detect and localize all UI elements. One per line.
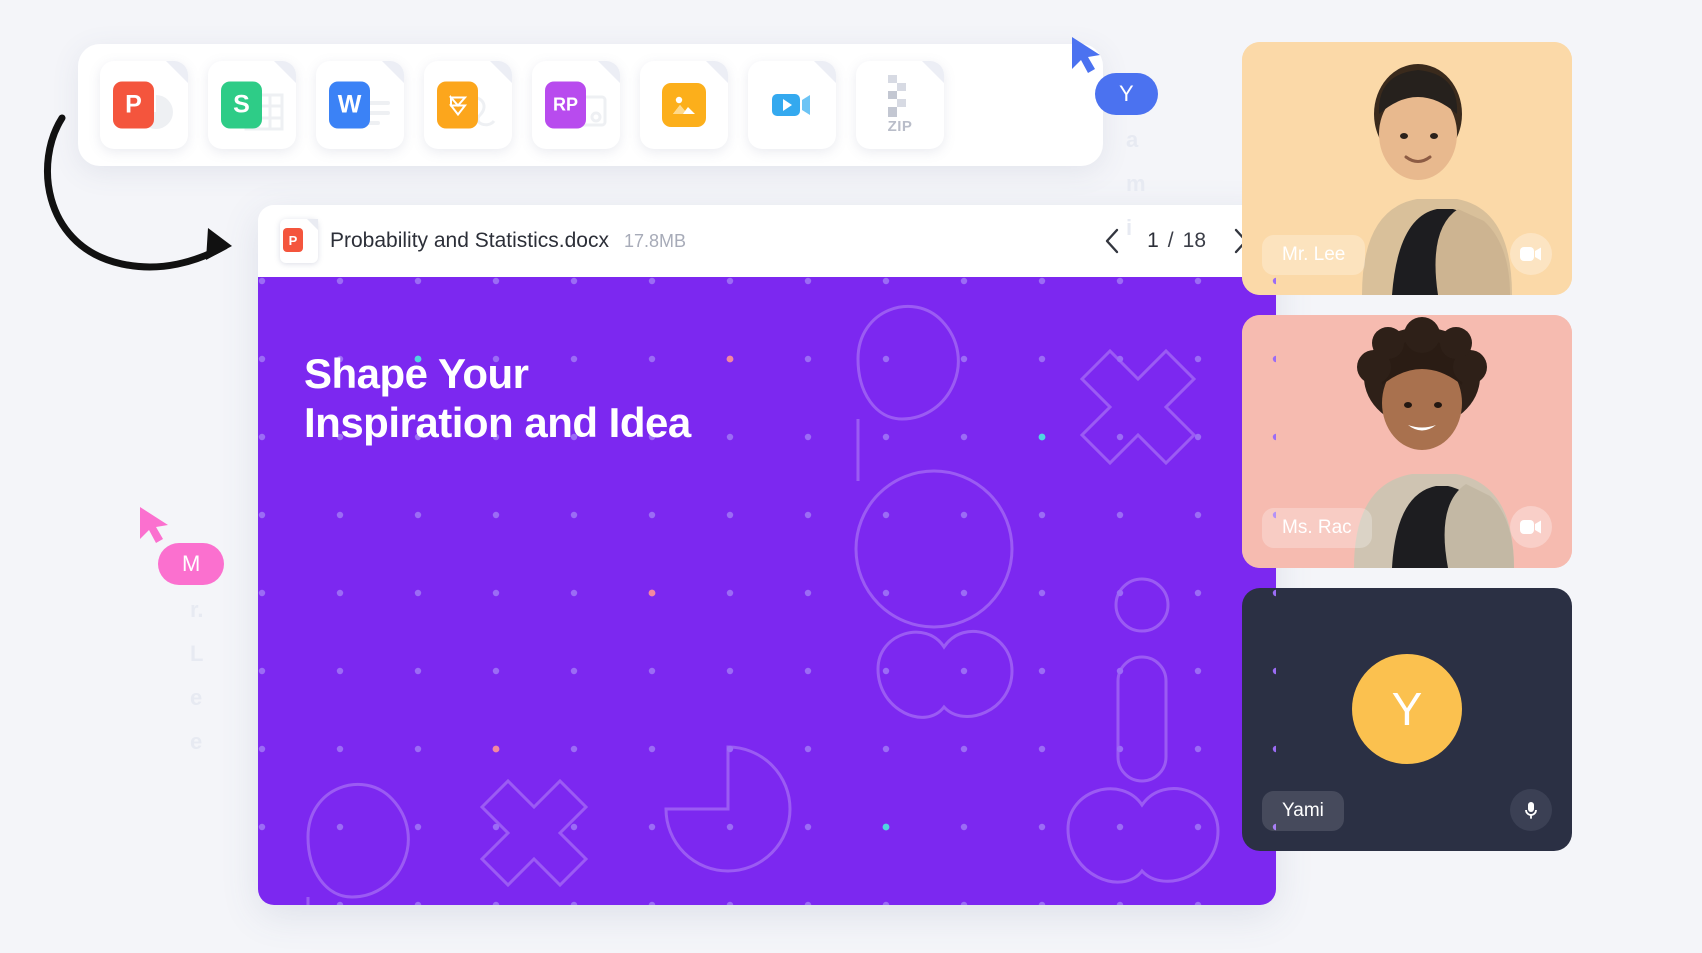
page-corner <box>274 61 296 83</box>
page-corner <box>166 61 188 83</box>
page-corner <box>382 61 404 83</box>
cursor-trail-char: L <box>190 641 204 666</box>
current-page: 1 <box>1147 229 1159 252</box>
page-indicator: 1 / 18 <box>1147 229 1206 253</box>
video-camera-icon[interactable] <box>1510 506 1552 548</box>
page-corner <box>922 61 944 83</box>
cursor-trail-char: i <box>1126 215 1133 240</box>
file-chip-document[interactable]: W <box>316 61 404 149</box>
microphone-icon[interactable] <box>1510 789 1552 831</box>
ppt-file-icon: P <box>280 219 318 263</box>
slide-canvas[interactable]: Shape Your Inspiration and Idea <box>258 277 1276 905</box>
participant-tile-mr-lee[interactable]: Mr. Lee <box>1242 42 1572 295</box>
file-badge: P <box>283 228 303 252</box>
cursor-trail-char: a <box>1126 127 1139 152</box>
page-corner <box>598 61 620 83</box>
page-corner <box>706 61 728 83</box>
file-chip-design[interactable] <box>424 61 512 149</box>
cursor-yami: Y a m i <box>1070 35 1158 240</box>
slide-title: Shape Your Inspiration and Idea <box>304 349 691 447</box>
badge-label: RP <box>552 94 578 115</box>
cursor-mr-lee: M r. L e e <box>138 505 225 754</box>
document-title: Probability and Statistics.docx <box>330 229 609 252</box>
cursor-trail-char: r. <box>190 597 204 622</box>
document-filesize: 17.8MB <box>623 230 687 251</box>
badge-label: W <box>337 90 362 119</box>
page-separator: / <box>1167 229 1174 252</box>
participant-name-badge: Mr. Lee <box>1262 235 1366 275</box>
page-corner <box>307 219 318 230</box>
participant-tile-yami[interactable]: Y Yami <box>1242 588 1572 851</box>
avatar-initial: Y <box>1391 682 1423 735</box>
zip-file-icon: ZIP <box>856 118 944 135</box>
slide-title-line2: Inspiration and Idea <box>304 399 691 447</box>
page-corner <box>814 61 836 83</box>
cursor-label: M <box>158 543 225 585</box>
file-chip-image[interactable] <box>640 61 728 149</box>
page-corner <box>490 61 512 83</box>
video-camera-icon[interactable] <box>1510 233 1552 275</box>
participant-name-badge: Yami <box>1262 791 1344 831</box>
app-root: P S W RP ZIP P Probability and Statistic… <box>0 0 1702 953</box>
file-chip-archive[interactable]: ZIP <box>856 61 944 149</box>
cursor-trail-char: e <box>190 729 203 754</box>
cursor-label: Y <box>1095 73 1158 115</box>
file-chip-prototype[interactable]: RP <box>532 61 620 149</box>
zip-strip-glyph <box>888 75 906 117</box>
word-file-icon: W <box>329 81 370 129</box>
drag-arrow-annotation <box>43 114 232 271</box>
zip-label-text: ZIP <box>887 118 913 135</box>
cursor-pointer-icon <box>140 507 168 543</box>
cursor-trail-char: e <box>190 685 203 710</box>
participant-name-badge: Ms. Rac <box>1262 508 1372 548</box>
cursor-pointer-icon <box>1072 37 1100 73</box>
chevron-left-icon[interactable] <box>1097 226 1127 256</box>
file-chip-video[interactable] <box>748 61 836 149</box>
total-pages: 18 <box>1182 229 1206 252</box>
participant-tile-ms-rac[interactable]: Ms. Rac <box>1242 315 1572 568</box>
document-viewer: P Probability and Statistics.docx 17.8MB… <box>258 205 1276 905</box>
document-header: P Probability and Statistics.docx 17.8MB… <box>258 205 1276 277</box>
slide-title-line1: Shape Your <box>304 350 529 397</box>
rp-file-icon: RP <box>545 81 586 129</box>
cursor-trail-char: m <box>1126 171 1146 196</box>
page-navigation: 1 / 18 <box>1097 226 1256 256</box>
video-file-icon <box>770 83 814 127</box>
file-badge-label: P <box>288 232 298 248</box>
avatar: Y <box>1352 653 1462 764</box>
sketch-file-icon <box>437 81 478 129</box>
image-file-icon <box>662 83 706 127</box>
